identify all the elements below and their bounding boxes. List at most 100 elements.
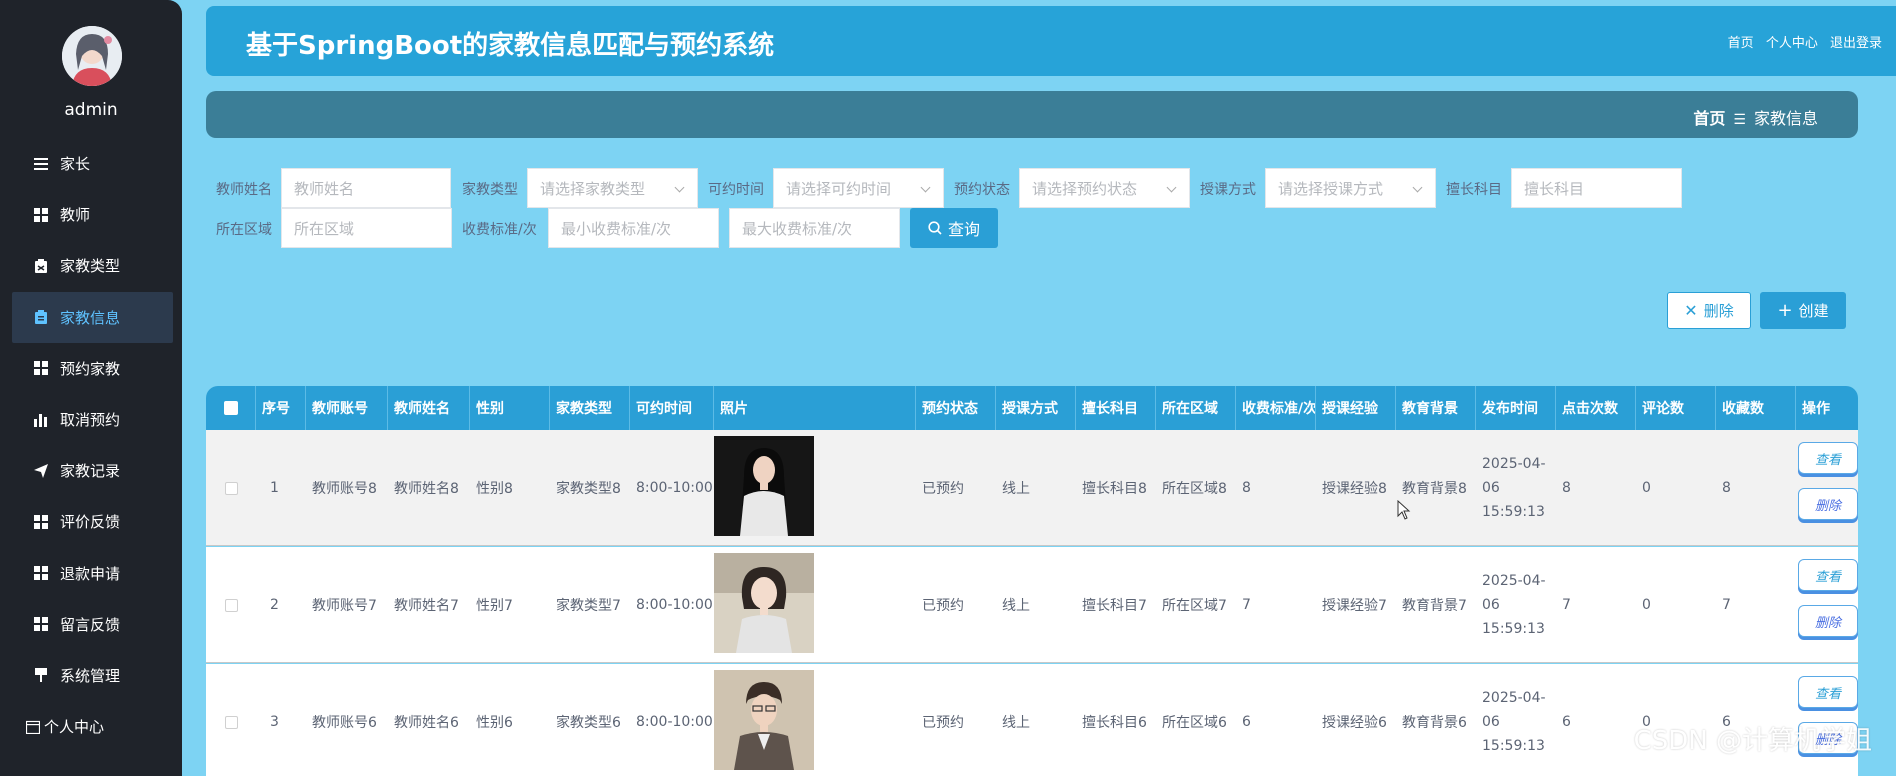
top-header: 基于SpringBoot的家教信息匹配与预约系统 首页 个人中心 退出登录 — [206, 6, 1896, 76]
cell-time: 8:00-10:00 — [636, 714, 713, 730]
min-fee-input[interactable]: 最小收费标准/次 — [548, 208, 719, 248]
col-subject: 擅长科目 — [1076, 386, 1156, 430]
filter-label-status: 预约状态 — [954, 182, 1010, 198]
menu-icon: ☰ — [1733, 112, 1746, 128]
cell-no: 2 — [270, 597, 279, 613]
row-delete-button[interactable]: 删除 — [1798, 488, 1858, 520]
cell-name: 教师姓名8 — [394, 481, 459, 497]
sidebar-item-label: 退款申请 — [60, 564, 121, 583]
status-select[interactable]: 请选择预约状态 — [1019, 168, 1190, 208]
cell-comments: 0 — [1642, 597, 1651, 613]
max-fee-input[interactable]: 最大收费标准/次 — [729, 208, 900, 248]
teacher-photo[interactable] — [714, 553, 814, 653]
filter-label-subject: 擅长科目 — [1446, 182, 1502, 198]
area-input[interactable]: 所在区域 — [281, 208, 452, 248]
sidebar-item-feedback[interactable]: 评价反馈 — [0, 496, 182, 547]
avatar[interactable] — [62, 26, 122, 86]
cell-mode: 线上 — [1002, 715, 1030, 731]
sidebar-item-profile[interactable]: 个人中心 — [0, 701, 182, 752]
view-button[interactable]: 查看 — [1798, 442, 1858, 474]
cell-favorites: 8 — [1722, 480, 1731, 496]
row-delete-button[interactable]: 删除 — [1798, 605, 1858, 637]
sidebar-item-cancel-booking[interactable]: 取消预约 — [0, 394, 182, 445]
teacher-photo[interactable] — [714, 436, 814, 536]
col-education: 教育背景 — [1396, 386, 1476, 430]
col-account: 教师账号 — [306, 386, 388, 430]
cell-favorites: 7 — [1722, 597, 1731, 613]
mouse-cursor-icon — [1397, 499, 1411, 524]
sidebar-item-system[interactable]: 系统管理 — [0, 650, 182, 701]
sidebar-item-parents[interactable]: 家长 — [0, 138, 182, 189]
cell-name: 教师姓名7 — [394, 598, 459, 614]
clipboard-icon — [34, 310, 48, 325]
cell-status: 已预约 — [922, 598, 964, 614]
watermark: CSDN @计算机学姐 — [1633, 726, 1872, 756]
cell-comments: 0 — [1642, 480, 1651, 496]
bulk-delete-button[interactable]: ✕ 删除 — [1667, 292, 1751, 329]
view-button[interactable]: 查看 — [1798, 559, 1858, 591]
sidebar-item-teachers[interactable]: 教师 — [0, 189, 182, 240]
link-profile[interactable]: 个人中心 — [1766, 36, 1818, 51]
col-area: 所在区域 — [1156, 386, 1236, 430]
cell-time: 8:00-10:00 — [636, 597, 713, 613]
col-time: 可约时间 — [630, 386, 714, 430]
col-experience: 授课经验 — [1316, 386, 1396, 430]
link-logout[interactable]: 退出登录 — [1830, 36, 1882, 51]
sidebar-item-tutor-info[interactable]: 家教信息 — [12, 291, 173, 343]
row-checkbox[interactable] — [224, 481, 238, 495]
sidebar-item-tutor-types[interactable]: 家教类型 — [0, 240, 182, 291]
subject-input[interactable]: 擅长科目 — [1511, 168, 1682, 208]
row-checkbox[interactable] — [224, 715, 238, 729]
grid-icon — [34, 566, 48, 581]
cell-experience: 授课经验6 — [1322, 715, 1387, 731]
filter-label-area: 所在区域 — [216, 222, 272, 238]
type-select[interactable]: 请选择家教类型 — [527, 168, 698, 208]
app-title: 基于SpringBoot的家教信息匹配与预约系统 — [246, 31, 775, 61]
sidebar-item-label: 家教信息 — [60, 308, 121, 327]
cell-experience: 授课经验8 — [1322, 481, 1387, 497]
sidebar-item-book-tutor[interactable]: 预约家教 — [0, 343, 182, 394]
link-home[interactable]: 首页 — [1728, 36, 1754, 51]
search-button[interactable]: 查询 — [910, 208, 998, 248]
create-button[interactable]: + 创建 — [1760, 292, 1846, 329]
col-fee: 收费标准/次 — [1236, 386, 1316, 430]
calendar-icon — [26, 720, 40, 734]
col-no: 序号 — [256, 386, 306, 430]
time-select[interactable]: 请选择可约时间 — [773, 168, 944, 208]
cell-gender: 性别7 — [476, 598, 513, 614]
grid-icon — [34, 207, 48, 222]
plus-icon: + — [1777, 300, 1793, 321]
cell-published: 2025-04-06 15:59:13 — [1482, 573, 1546, 637]
cell-status: 已预约 — [922, 481, 964, 497]
col-favorites: 收藏数 — [1716, 386, 1796, 430]
mode-select[interactable]: 请选择授课方式 — [1265, 168, 1436, 208]
cell-mode: 线上 — [1002, 598, 1030, 614]
teacher-photo[interactable] — [714, 670, 814, 770]
sidebar-item-tutor-records[interactable]: 家教记录 — [0, 445, 182, 496]
cell-no: 1 — [270, 480, 279, 496]
filter-label-time: 可约时间 — [708, 182, 764, 198]
cell-area: 所在区域7 — [1162, 598, 1227, 614]
view-button[interactable]: 查看 — [1798, 676, 1858, 708]
search-button-label: 查询 — [947, 220, 980, 239]
sidebar-item-messages[interactable]: 留言反馈 — [0, 599, 182, 650]
sidebar-item-label: 家教类型 — [60, 257, 121, 276]
col-comments: 评论数 — [1636, 386, 1716, 430]
col-clicks: 点击次数 — [1556, 386, 1636, 430]
sidebar-item-label: 家教记录 — [60, 462, 121, 481]
row-checkbox[interactable] — [224, 598, 238, 612]
teacher-name-input[interactable]: 教师姓名 — [281, 168, 451, 208]
cell-account: 教师账号6 — [312, 715, 377, 731]
cell-fee: 6 — [1242, 714, 1251, 730]
sidebar-item-label: 取消预约 — [60, 411, 121, 430]
sidebar-item-refund[interactable]: 退款申请 — [0, 548, 182, 599]
cell-education: 教育背景8 — [1402, 481, 1467, 497]
select-all-checkbox[interactable] — [206, 386, 256, 430]
list-icon — [34, 157, 48, 171]
cell-subject: 擅长科目6 — [1082, 715, 1147, 731]
grid-icon — [34, 617, 48, 632]
sidebar-item-label: 评价反馈 — [60, 513, 121, 532]
sidebar-item-label: 教师 — [60, 206, 91, 225]
col-mode: 授课方式 — [996, 386, 1076, 430]
breadcrumb-home[interactable]: 首页 — [1693, 109, 1725, 128]
